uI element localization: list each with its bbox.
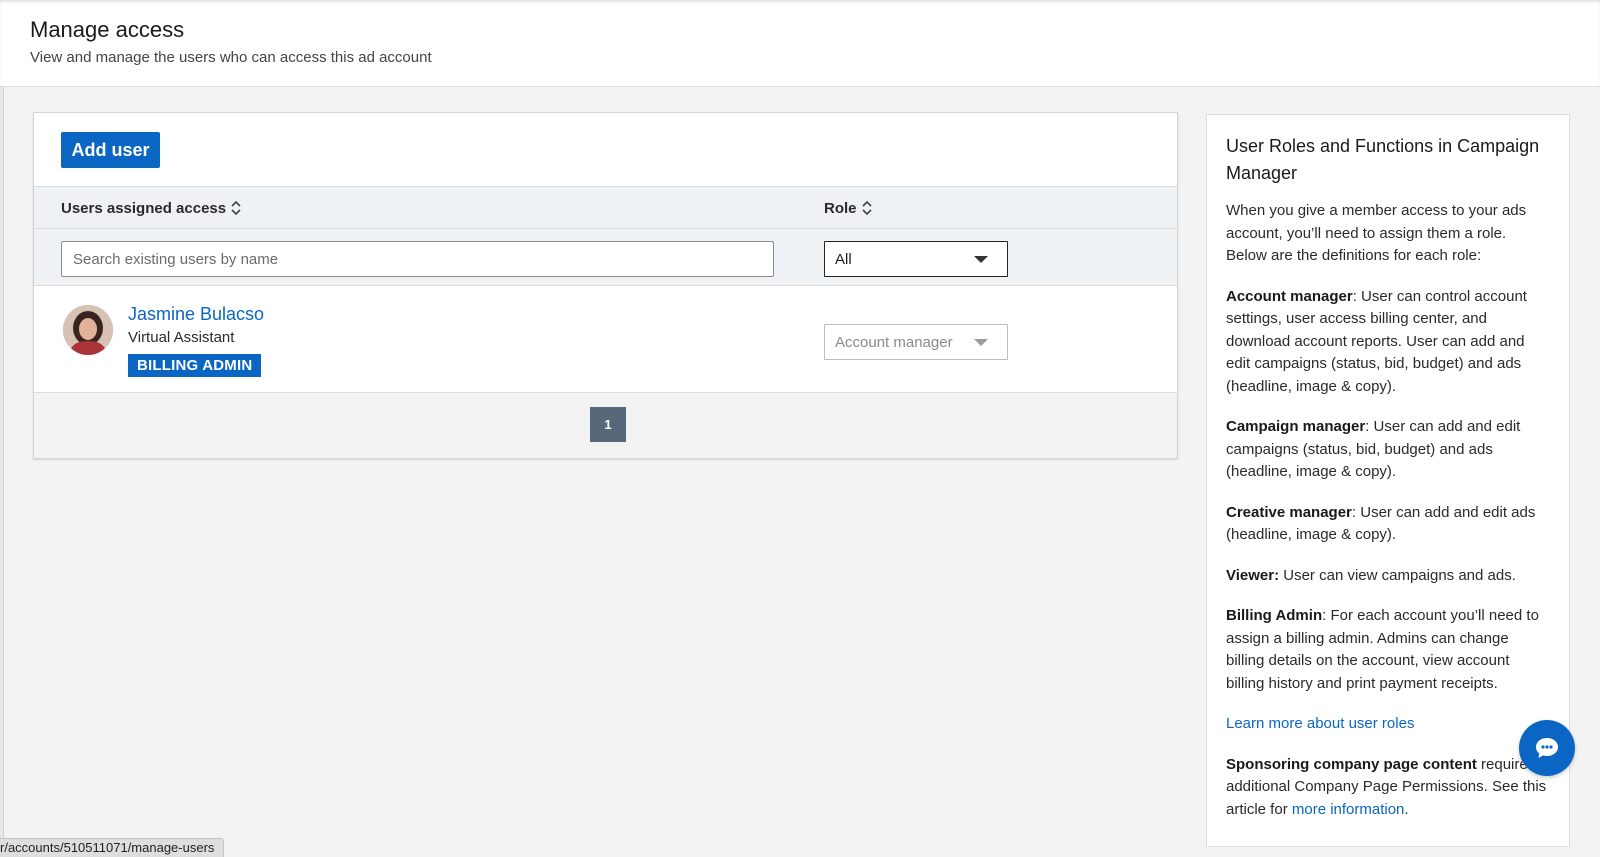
chat-help-button[interactable] xyxy=(1519,720,1575,776)
column-header-role-label: Role xyxy=(824,199,857,217)
column-header-role[interactable]: Role xyxy=(824,199,873,217)
user-role-value: Account manager xyxy=(835,333,953,351)
users-card: Add user Users assigned access Role All xyxy=(33,112,1178,459)
role-definition-billing-admin: Billing Admin: For each account you’ll n… xyxy=(1226,607,1539,692)
sort-icon xyxy=(231,200,241,216)
user-job-title: Virtual Assistant xyxy=(128,329,235,346)
role-definition-viewer: Viewer: User can view campaigns and ads. xyxy=(1226,566,1516,584)
page-subtitle: View and manage the users who can access… xyxy=(30,49,432,66)
sort-icon xyxy=(861,200,872,216)
roles-panel-title: User Roles and Functions in Campaign Man… xyxy=(1226,136,1540,183)
filter-row: All xyxy=(34,229,1177,286)
more-information-link[interactable]: more information xyxy=(1292,801,1405,818)
chat-icon xyxy=(1536,738,1558,758)
page-header: Manage access View and manage the users … xyxy=(0,0,1600,87)
dropdown-caret-icon xyxy=(974,256,988,263)
learn-more-user-roles-link[interactable]: Learn more about user roles xyxy=(1226,715,1414,732)
dropdown-caret-icon xyxy=(974,339,988,346)
column-header-users-label: Users assigned access xyxy=(61,199,227,217)
learn-more-paragraph: Learn more about user roles xyxy=(1226,713,1550,736)
role-filter-value: All xyxy=(835,250,852,268)
role-definition-campaign-manager: Campaign manager: User can add and edit … xyxy=(1226,418,1521,480)
add-user-button[interactable]: Add user xyxy=(61,132,160,168)
user-role-select[interactable]: Account manager xyxy=(824,324,1008,360)
search-users-input[interactable] xyxy=(61,241,774,277)
sponsoring-note: Sponsoring company page content requires… xyxy=(1226,755,1547,818)
role-definition-account-manager: Account manager: User can control accoun… xyxy=(1226,287,1527,395)
table-header: Users assigned access Role xyxy=(34,186,1177,229)
page-title: Manage access xyxy=(30,17,185,42)
roles-intro: When you give a member access to your ad… xyxy=(1226,202,1527,264)
role-filter-select[interactable]: All xyxy=(824,241,1008,277)
page-1-button[interactable]: 1 xyxy=(590,407,626,442)
table-row: Jasmine Bulacso Virtual Assistant BILLIN… xyxy=(34,286,1177,393)
window-left-edge xyxy=(0,0,4,857)
billing-admin-badge: BILLING ADMIN xyxy=(128,354,262,377)
avatar xyxy=(63,305,113,355)
role-definition-creative-manager: Creative manager: User can add and edit … xyxy=(1226,503,1536,544)
pagination: 1 xyxy=(34,393,1177,458)
user-name-link[interactable]: Jasmine Bulacso xyxy=(128,304,264,325)
roles-info-panel: User Roles and Functions in Campaign Man… xyxy=(1206,114,1570,847)
status-bar-url: r/accounts/510511071/manage-users xyxy=(0,838,225,857)
column-header-users[interactable]: Users assigned access xyxy=(61,199,242,217)
